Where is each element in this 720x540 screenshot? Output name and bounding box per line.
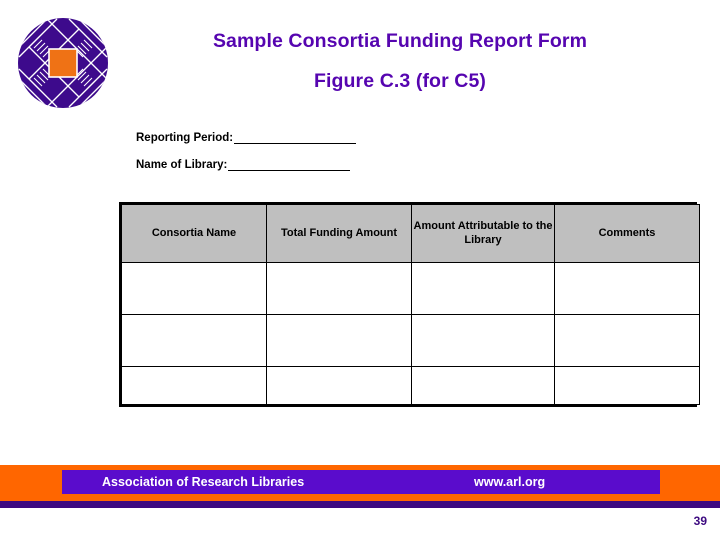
table-row [121,314,700,367]
cell-total-funding-amount[interactable] [266,314,412,367]
cell-total-funding-amount[interactable] [266,262,412,315]
reporting-period-label: Reporting Period: [136,132,234,144]
table-row [121,262,700,315]
footer-purple-rule [0,501,720,508]
cell-amount-attributable[interactable] [411,314,555,367]
column-header-comments: Comments [554,204,700,263]
name-of-library-field: Name of Library: [136,158,351,171]
footer-organization-name: Association of Research Libraries [102,475,305,489]
arl-logo-icon [17,17,109,109]
page-number: 39 [693,514,707,528]
table-row [121,366,700,405]
cell-amount-attributable[interactable] [411,262,555,315]
cell-consortia-name[interactable] [121,314,267,367]
name-of-library-input[interactable] [228,158,351,171]
slide-canvas: Sample Consortia Funding Report Form Fig… [0,0,720,540]
column-header-consortia-name: Consortia Name [121,204,267,263]
name-of-library-label: Name of Library: [136,159,228,171]
footer-content: Association of Research Libraries www.ar… [62,470,660,494]
column-header-amount-attributable: Amount Attributable to the Library [411,204,555,263]
cell-comments[interactable] [554,262,700,315]
footer-website-url[interactable]: www.arl.org [474,475,545,489]
column-header-total-funding-amount: Total Funding Amount [266,204,412,263]
cell-consortia-name[interactable] [121,366,267,405]
table-header-row: Consortia Name Total Funding Amount Amou… [121,204,700,263]
cell-comments[interactable] [554,366,700,405]
slide-subtitle: Figure C.3 (for C5) [314,70,486,92]
reporting-period-field: Reporting Period: [136,131,357,144]
reporting-period-input[interactable] [234,131,357,144]
cell-consortia-name[interactable] [121,262,267,315]
funding-table: Consortia Name Total Funding Amount Amou… [119,202,700,407]
cell-comments[interactable] [554,314,700,367]
cell-amount-attributable[interactable] [411,366,555,405]
cell-total-funding-amount[interactable] [266,366,412,405]
slide-title: Sample Consortia Funding Report Form [212,30,588,52]
